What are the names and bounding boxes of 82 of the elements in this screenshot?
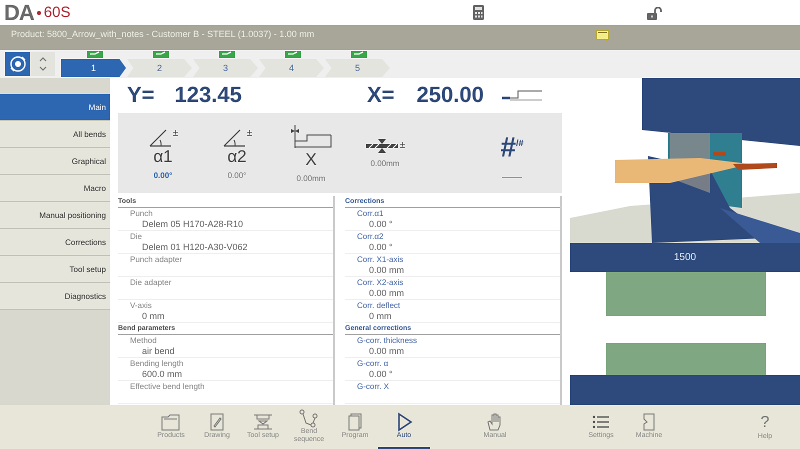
empty-value-line: [502, 176, 522, 178]
bend-profile-icon: [87, 51, 103, 58]
field-label[interactable]: Corr. deflect: [357, 301, 560, 311]
bend-step-tab[interactable]: 1: [61, 59, 126, 77]
logo-dot-icon: [36, 10, 41, 14]
field-value: 0.00 °: [368, 219, 394, 229]
sidebar-item[interactable]: All bends: [0, 121, 110, 148]
field-label[interactable]: Corr. X1-axis: [357, 255, 560, 265]
sidebar-item[interactable]: Diagnostics: [0, 283, 110, 310]
bend-step-tab[interactable]: 4: [259, 59, 324, 77]
logo-model: 60S: [44, 4, 70, 20]
field-value: 600.0 mm: [141, 369, 184, 379]
bend-profile-icon: [153, 51, 169, 58]
bend-step-tab[interactable]: 5: [325, 59, 390, 77]
field-label[interactable]: Corr.α1: [357, 209, 560, 219]
field-label: Effective bend length: [130, 382, 206, 392]
step-profile-icon: [502, 88, 542, 102]
axis-position: 250.00: [416, 82, 484, 106]
field-label[interactable]: Corr.α2: [357, 232, 560, 242]
length-label: 1500: [674, 252, 696, 263]
plus-minus-sign: ±: [400, 141, 406, 151]
bend-profile-icon: [285, 51, 301, 58]
sidebar-item[interactable]: Main: [0, 94, 110, 121]
sidebar-item[interactable]: Tool setup: [0, 256, 110, 283]
machine-cycle-icon: [8, 55, 28, 73]
bend-profile-icon: [351, 51, 367, 58]
field-value: 0 mm: [368, 311, 392, 321]
product-title: Product: 5800_Arrow_with_notes - Customer B - STEEL (1.0037) - 1.00 mm: [11, 29, 314, 40]
mode-button[interactable]: [5, 52, 30, 76]
axis-label: Y=: [127, 82, 155, 106]
field-label[interactable]: G-corr. X: [357, 382, 560, 392]
angle-icon: [148, 126, 172, 146]
bend-profile-icon: [219, 51, 235, 58]
axis-label: X=: [367, 82, 395, 106]
field-label: Die adapter: [130, 278, 172, 288]
field-label: V-axis: [130, 301, 153, 311]
parameter-value[interactable]: 0.00°: [228, 170, 246, 180]
field-value: Delem 01 H120-A30-V062: [141, 242, 249, 252]
up-down-button[interactable]: [30, 52, 55, 76]
logo-brand: DA: [4, 2, 34, 24]
sidebar-item[interactable]: Macro: [0, 175, 110, 202]
sequence-icon: [298, 408, 320, 428]
field-value: Delem 05 H170-A28-R10: [141, 219, 244, 229]
unlocked-padlock-icon[interactable]: [647, 7, 662, 20]
tools-icon: [252, 412, 274, 432]
field-label: Bending length: [130, 359, 184, 369]
backgauge-icon: [289, 124, 333, 150]
field-value: 0.00 mm: [368, 288, 406, 298]
parameter-value[interactable]: 0.00mm: [370, 159, 400, 168]
field-value: 0.00 mm: [368, 265, 406, 275]
field-label[interactable]: G-corr. α: [357, 359, 560, 369]
angle-icon: [222, 126, 246, 146]
field-label: Punch: [130, 209, 154, 219]
field-value: 0.00 °: [368, 242, 394, 252]
parameter-symbol: X: [305, 150, 317, 168]
field-label[interactable]: G-corr. thickness: [357, 336, 560, 346]
sidebar-item[interactable]: Graphical: [0, 148, 110, 175]
bend-step-tab[interactable]: 2: [127, 59, 192, 77]
sidebar-item[interactable]: Corrections: [0, 229, 110, 256]
sidebar-item[interactable]: Manual positioning: [0, 202, 110, 229]
up-down-arrows-icon: [38, 56, 46, 72]
field-value: 0.00 mm: [368, 346, 406, 356]
note-icon[interactable]: [596, 30, 609, 42]
field-value: 0.00 °: [368, 369, 394, 379]
calculator-icon[interactable]: [473, 5, 484, 20]
products-icon: [160, 412, 182, 432]
crowning-icon: [364, 138, 399, 154]
parameter-value[interactable]: 0.00mm: [296, 174, 326, 182]
field-value: 0 mm: [141, 311, 166, 321]
parameter-symbol: α1: [153, 146, 173, 166]
field-label: Punch adapter: [130, 255, 184, 265]
plus-minus-sign: ±: [172, 128, 178, 138]
parameter-symbol: α2: [227, 146, 247, 166]
field-value: air bend: [141, 346, 176, 356]
axis-position: 123.45: [174, 82, 242, 106]
parameter-value[interactable]: 0.00°: [154, 170, 172, 180]
field-label: Method: [130, 336, 158, 346]
field-label: Die: [130, 232, 144, 242]
bend-step-tab[interactable]: 3: [193, 59, 258, 77]
bend-count-symbol: #$^{/#}$: [500, 130, 524, 163]
field-label[interactable]: Corr. X2-axis: [357, 278, 560, 288]
plus-minus-sign: ±: [246, 128, 252, 138]
